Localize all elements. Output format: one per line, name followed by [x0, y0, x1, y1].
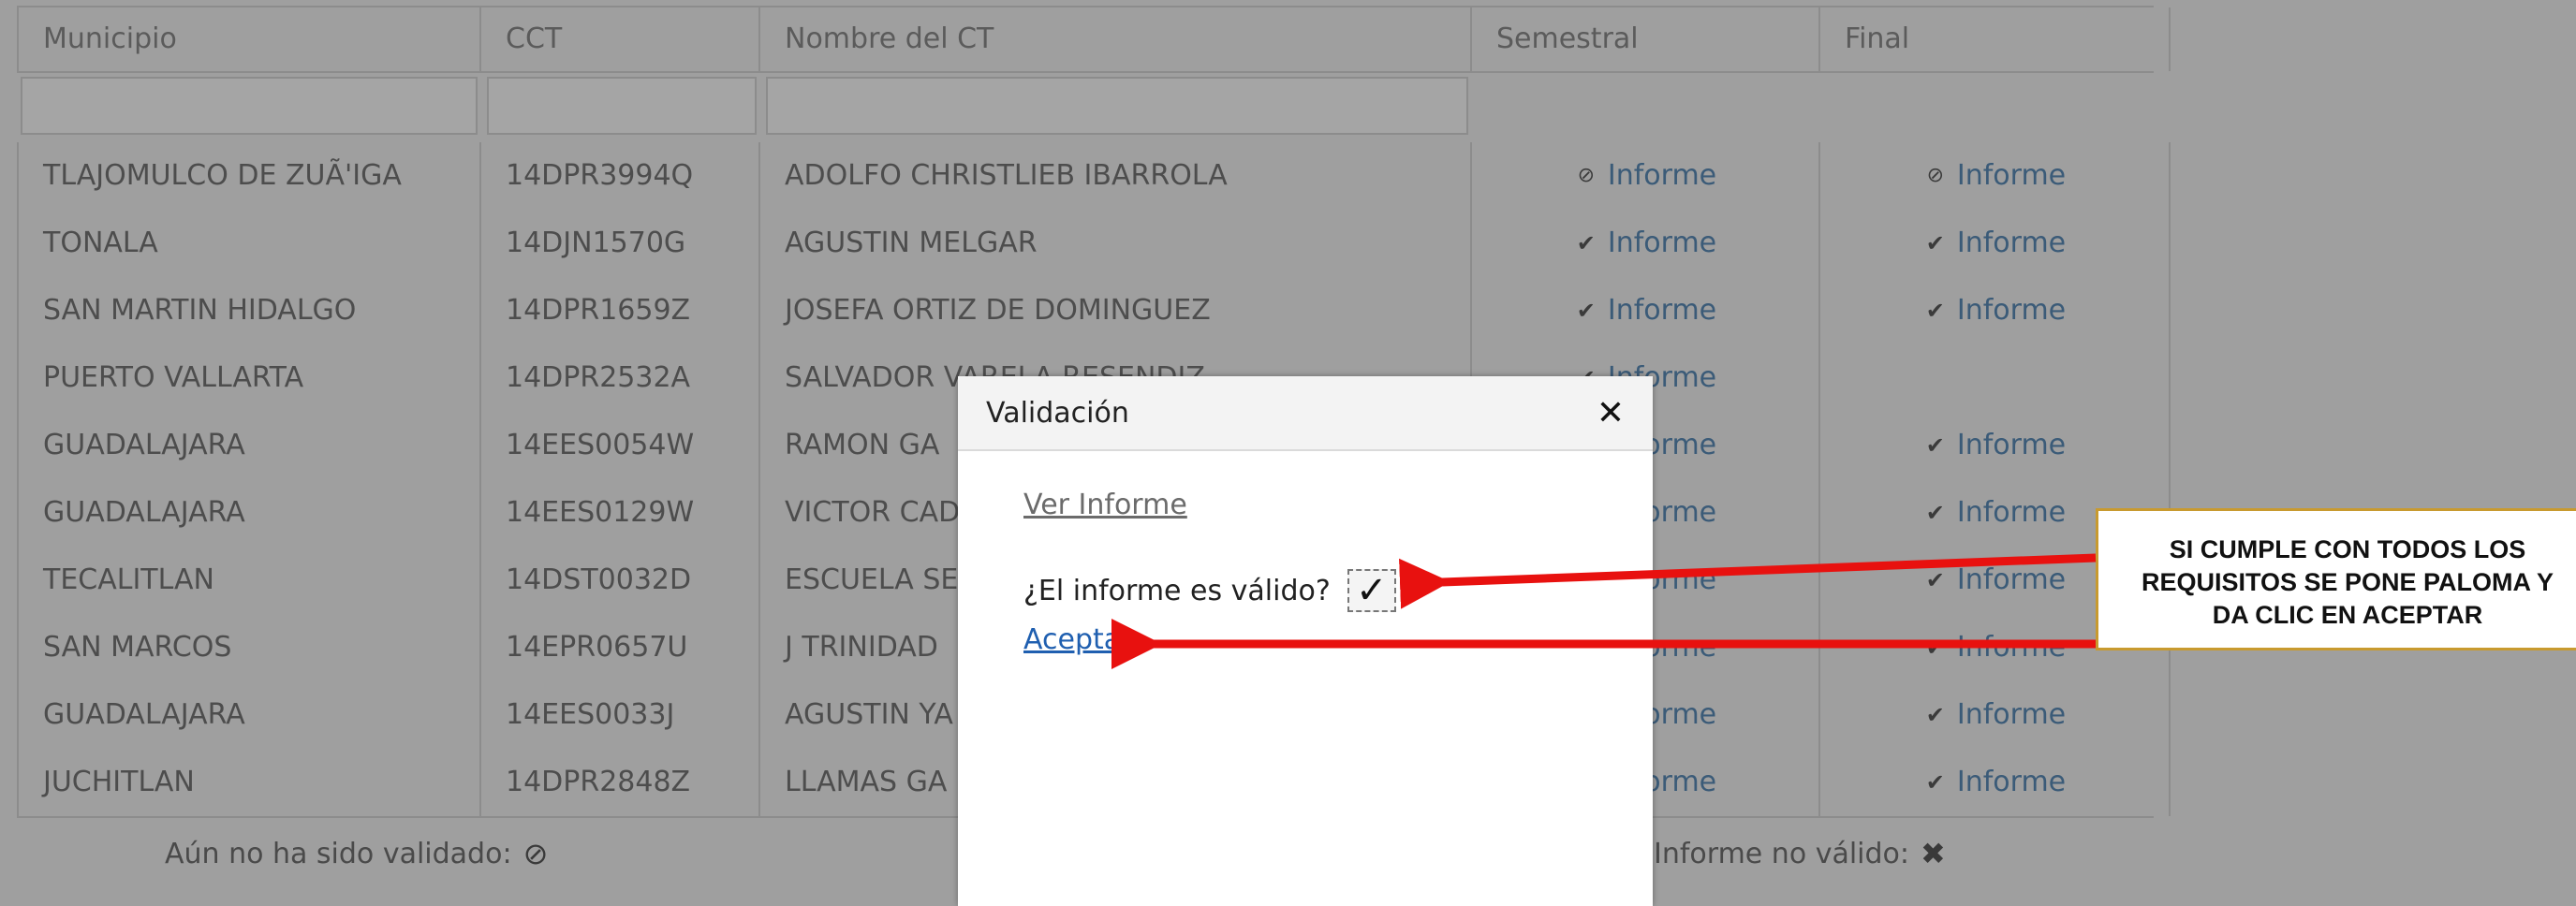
annotation-arrows: [1111, 553, 2097, 669]
page-background: Municipio CCT Nombre del CT Semestral Fi…: [0, 0, 2576, 906]
arrow-to-checkbox: [1399, 553, 2097, 609]
